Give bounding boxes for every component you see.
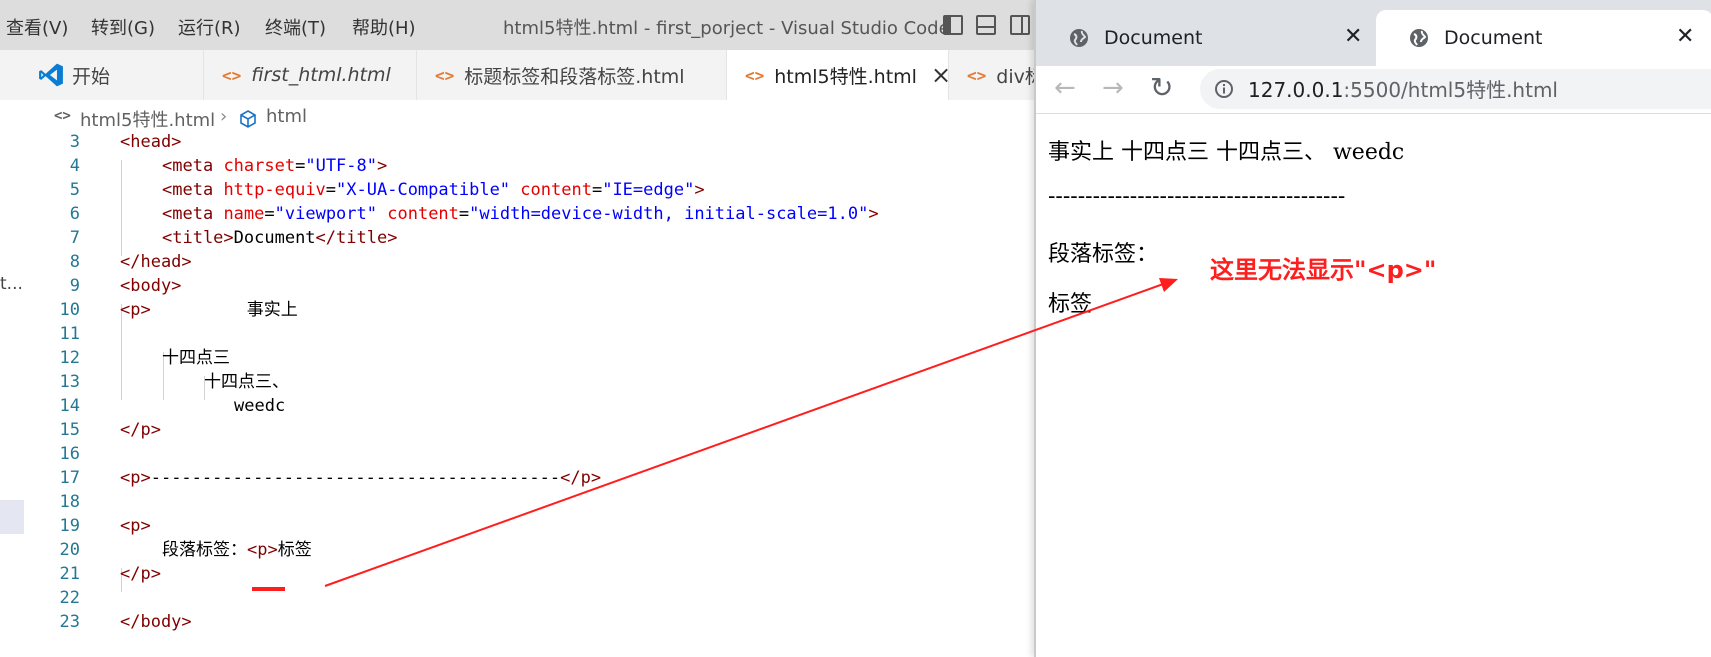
code-line: 23 </body> [59, 612, 192, 632]
close-icon[interactable]: ✕ [1344, 24, 1362, 49]
browser-tab-strip: Document ✕ Document ✕ [1036, 0, 1711, 66]
code-line: 14 weedc [59, 396, 286, 416]
code-line: 7 <title>Document</title> [69, 228, 398, 248]
rendered-page: 事实上 十四点三 十四点三、 weedc -------------------… [1036, 114, 1711, 657]
forward-arrow-icon[interactable]: → [1102, 72, 1124, 104]
tab-first-html[interactable]: <> first_html.html [204, 50, 417, 100]
toggle-panel-icon[interactable] [976, 15, 996, 35]
browser-tab-1[interactable]: Document ✕ [1036, 10, 1372, 66]
page-paragraph-3: 段落标签： [1048, 242, 1159, 267]
title-bar: 查看(V) 转到(G) 运行(R) 终端(T) 帮助(H) html5特性.ht… [0, 0, 1034, 50]
tab-welcome[interactable]: 开始 [24, 50, 204, 100]
tab-html5-features-label: html5特性.html [774, 65, 917, 88]
toggle-secondary-sidebar-icon[interactable] [1010, 15, 1030, 35]
tab-welcome-label: 开始 [72, 65, 111, 88]
reload-icon[interactable]: ↻ [1150, 72, 1173, 104]
code-line: 15 </p> [59, 420, 161, 440]
tab-heading-paragraph[interactable]: <> 标题标签和段落标签.html [417, 50, 727, 100]
url-text[interactable]: 127.0.0.1:5500/html5特性.html [1248, 74, 1558, 103]
close-icon[interactable]: ✕ [1676, 24, 1694, 49]
code-line: 18 [59, 492, 80, 512]
html-file-icon: <> [54, 108, 71, 124]
back-arrow-icon[interactable]: ← [1054, 72, 1076, 104]
symbol-cube-icon [240, 110, 256, 128]
page-paragraph-3-continued: 标签 [1048, 292, 1093, 317]
code-editor[interactable]: t... 3 <head> 4 <meta charset="UTF-8"> 5 <m… [0, 132, 1034, 657]
info-icon[interactable] [1214, 79, 1234, 99]
code-line: 6 <meta name="viewport" content="width=de… [69, 204, 879, 224]
globe-icon [1070, 29, 1088, 47]
page-paragraph-1: 事实上 十四点三 十四点三、 weedc [1048, 140, 1405, 165]
code-line: 21 </p> [59, 564, 161, 584]
menu-goto[interactable]: 转到(G) [91, 14, 155, 40]
tab-heading-paragraph-label: 标题标签和段落标签.html [464, 65, 685, 88]
browser-tab-2-label: Document [1444, 27, 1543, 49]
page-paragraph-2: ---------------------------------------- [1048, 184, 1346, 209]
window-title: html5特性.html - first_porject - Visual St… [503, 18, 950, 39]
chevron-right-icon: › [220, 106, 228, 127]
code-line: 13 十四点三、 [59, 372, 289, 392]
html-file-icon: <> [745, 65, 765, 85]
html-file-icon: <> [967, 65, 987, 85]
editor-tab-bar: 开始 <> first_html.html <> 标题标签和段落标签.html … [0, 50, 1034, 100]
code-line: 12 十四点三 [59, 348, 230, 368]
html-file-icon: <> [222, 65, 242, 85]
globe-icon [1410, 29, 1428, 47]
browser-toolbar: ← → ↻ 127.0.0.1:5500/html5特性.html [1036, 66, 1711, 114]
menu-terminal[interactable]: 终端(T) [265, 14, 326, 40]
html-file-icon: <> [435, 65, 455, 85]
breadcrumb-file[interactable]: html5特性.html [80, 106, 215, 132]
code-line: 9 <body> [69, 276, 182, 296]
code-line: 10 <p> 事实上 [59, 300, 298, 320]
tab-first-html-label: first_html.html [251, 64, 391, 86]
code-line: 19 <p> [59, 516, 151, 536]
breadcrumb-symbol[interactable]: html [266, 106, 307, 127]
menu-help[interactable]: 帮助(H) [352, 14, 416, 40]
tab-html5-features[interactable]: <> html5特性.html × [727, 50, 951, 100]
annotation-text: 这里无法显示"<p>" [1210, 256, 1437, 284]
code-line: 17 <p>-----------------------------------… [59, 468, 602, 488]
code-line: 16 [59, 444, 80, 464]
toggle-primary-sidebar-icon[interactable] [943, 15, 963, 35]
code-line: 5 <meta http-equiv="X-UA-Compatible" cont… [69, 180, 705, 200]
menu-run[interactable]: 运行(R) [178, 14, 241, 40]
vscode-window: 查看(V) 转到(G) 运行(R) 终端(T) 帮助(H) html5特性.ht… [0, 0, 1034, 657]
browser-window: Document ✕ Document ✕ ← → ↻ 127.0.0.1:55… [1034, 0, 1711, 657]
browser-tab-1-label: Document [1104, 27, 1203, 49]
code-line: 22 [59, 588, 80, 608]
menu-view[interactable]: 查看(V) [6, 14, 68, 40]
code-line: 11 [59, 324, 80, 344]
vscode-logo-icon [39, 63, 63, 87]
code-line: 4 <meta charset="UTF-8"> [69, 156, 388, 176]
code-line: 20 段落标签：<p>标签 [59, 540, 312, 560]
browser-tab-2[interactable]: Document ✕ [1376, 10, 1711, 66]
code-line: 3 <head> [69, 132, 182, 152]
code-line: 8 </head> [69, 252, 192, 272]
tab-div[interactable]: <> div标 [949, 50, 1034, 100]
tab-div-label: div标 [996, 65, 1034, 88]
